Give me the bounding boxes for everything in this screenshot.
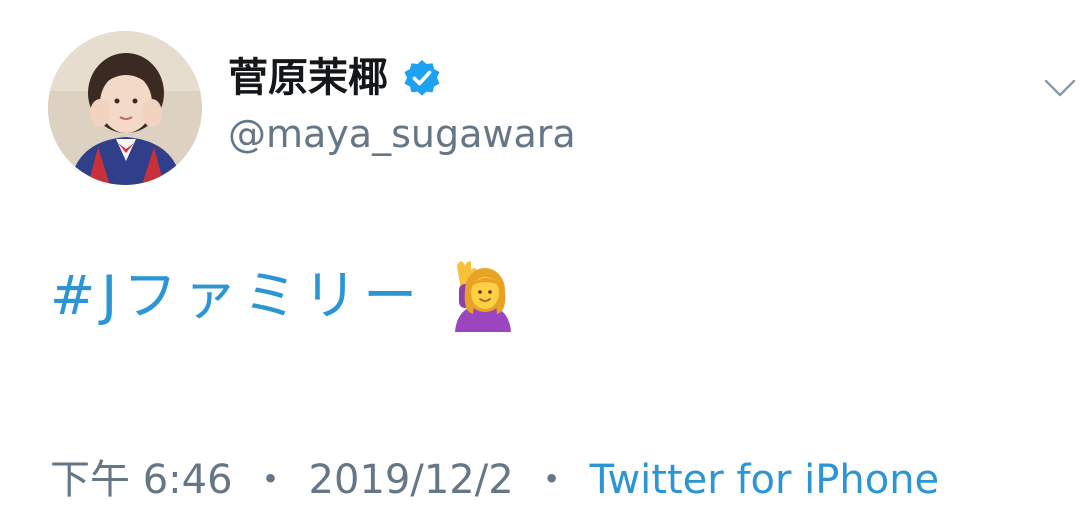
tweet-card: 菅原茉椰 @maya_sugawara #Jファミリー 下午 6:46 ・ 20… — [0, 0, 1090, 530]
separator: ・ — [531, 457, 572, 503]
hashtag-link[interactable]: #Jファミリー — [50, 256, 423, 336]
tweet-date: 2019/12/2 — [308, 457, 514, 503]
tweet-time: 下午 6:46 — [50, 457, 233, 503]
verified-badge-icon — [402, 58, 442, 98]
tweet-text: #Jファミリー — [50, 256, 515, 336]
chevron-down-icon[interactable] — [1038, 68, 1082, 108]
name-row: 菅原茉椰 — [228, 50, 442, 106]
tweet-source-link[interactable]: Twitter for iPhone — [590, 450, 940, 510]
tweet-meta: 下午 6:46 ・ 2019/12/2 ・ Twitter for iPhone — [50, 450, 939, 510]
display-name[interactable]: 菅原茉椰 — [228, 50, 388, 106]
avatar-photo-icon — [48, 31, 202, 185]
user-handle[interactable]: @maya_sugawara — [228, 108, 576, 160]
separator: ・ — [250, 457, 291, 503]
avatar[interactable] — [48, 31, 202, 185]
person-raising-hand-icon — [449, 260, 515, 332]
